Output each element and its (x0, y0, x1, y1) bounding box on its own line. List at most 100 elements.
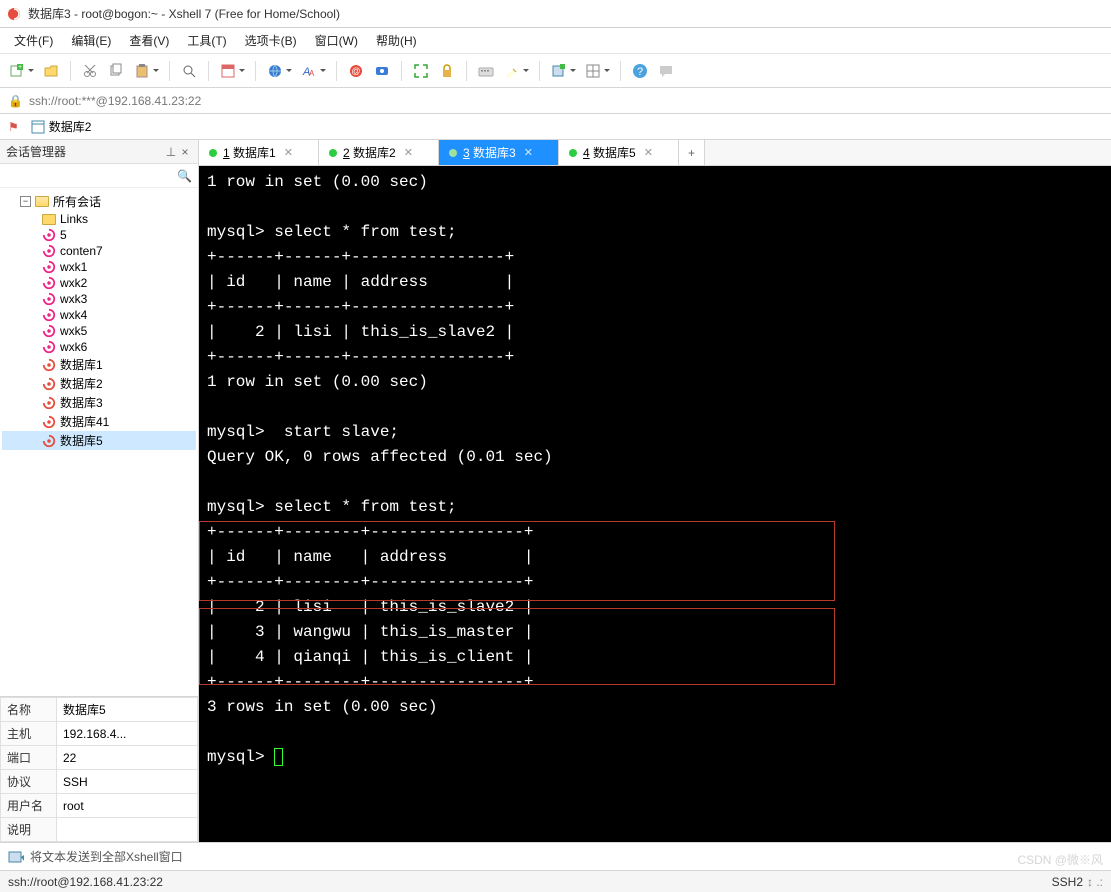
svg-text:@: @ (351, 66, 360, 76)
menu-help[interactable]: 帮助(H) (368, 28, 425, 53)
separator (255, 61, 256, 81)
svg-text:A: A (309, 69, 315, 78)
session-icon (42, 377, 56, 391)
main: 会话管理器 ⊥ × 🔍 −所有会话Links5conten7wxk1wxk2wx… (0, 140, 1111, 842)
session-manager-panel: 会话管理器 ⊥ × 🔍 −所有会话Links5conten7wxk1wxk2wx… (0, 140, 199, 842)
panel-header: 会话管理器 ⊥ × (0, 140, 198, 164)
at-button[interactable]: @ (345, 60, 367, 82)
tree-item-label: Links (60, 212, 88, 226)
tree-item-label: wxk6 (60, 340, 87, 354)
search-button[interactable] (178, 60, 200, 82)
session-icon (42, 358, 56, 372)
panel-pin-button[interactable]: ⊥ (164, 145, 178, 159)
menu-window[interactable]: 窗口(W) (307, 28, 366, 53)
keyboard-button[interactable] (475, 60, 497, 82)
tree-item[interactable]: Links (2, 211, 196, 227)
cursor (274, 748, 283, 766)
folder-icon (42, 214, 56, 225)
tree-root[interactable]: −所有会话 (2, 192, 196, 211)
broadcast-bar[interactable]: 将文本发送到全部Xshell窗口 (0, 842, 1111, 870)
tab-label: 4 数据库5 (583, 144, 636, 161)
bookmark-label: 数据库2 (49, 118, 92, 135)
separator (70, 61, 71, 81)
menu-edit[interactable]: 编辑(E) (63, 28, 119, 53)
new-session-button[interactable]: + (6, 60, 28, 82)
connection-dot-icon (209, 149, 217, 157)
font-button[interactable]: AA (298, 60, 320, 82)
tab-close-button[interactable]: ✕ (644, 146, 653, 159)
tab-close-button[interactable]: ✕ (284, 146, 293, 159)
panel-close-button[interactable]: × (178, 145, 192, 159)
lock-button[interactable] (436, 60, 458, 82)
tab[interactable]: 3 数据库3 ✕ (439, 140, 559, 165)
prop-value: 数据库5 (57, 698, 198, 722)
copy-button[interactable] (105, 60, 127, 82)
session-tree[interactable]: −所有会话Links5conten7wxk1wxk2wxk3wxk4wxk5wx… (0, 188, 198, 696)
connection-dot-icon (449, 149, 457, 157)
address-bar: 🔒 ssh://root:***@192.168.41.23:22 (0, 88, 1111, 114)
highlight-box-2 (199, 608, 835, 685)
tree-item[interactable]: wxk3 (2, 291, 196, 307)
session-icon (42, 308, 56, 322)
tree-item[interactable]: wxk1 (2, 259, 196, 275)
globe-button[interactable] (264, 60, 286, 82)
svg-text:+: + (18, 64, 22, 71)
tree-item[interactable]: 数据库3 (2, 393, 196, 412)
tab[interactable]: 1 数据库1✕ (199, 140, 319, 165)
collapse-icon[interactable]: − (20, 196, 31, 207)
prop-value: 22 (57, 746, 198, 770)
fullscreen-button[interactable] (410, 60, 432, 82)
chat-button[interactable] (655, 60, 677, 82)
session-icon (42, 340, 56, 354)
menu-tab[interactable]: 选项卡(B) (237, 28, 305, 53)
flag-icon[interactable]: ⚑ (8, 120, 19, 134)
highlight-button[interactable] (501, 60, 523, 82)
tab-add-button[interactable]: + (679, 140, 705, 165)
separator (208, 61, 209, 81)
search-icon[interactable]: 🔍 (177, 169, 192, 183)
tree-item[interactable]: 数据库1 (2, 355, 196, 374)
lock-icon: 🔒 (8, 94, 23, 108)
titlebar: 数据库3 - root@bogon:~ - Xshell 7 (Free for… (0, 0, 1111, 28)
tab[interactable]: 4 数据库5 ✕ (559, 140, 679, 165)
tab-label: 2 数据库2 (343, 144, 396, 161)
broadcast-icon (8, 849, 24, 865)
tree-item[interactable]: conten7 (2, 243, 196, 259)
tab-label: 3 数据库3 (463, 144, 516, 161)
bookmark-item[interactable]: 数据库2 (27, 116, 96, 137)
prop-key: 说明 (1, 818, 57, 842)
prop-key: 名称 (1, 698, 57, 722)
tree-item[interactable]: 数据库41 (2, 412, 196, 431)
tree-item[interactable]: wxk6 (2, 339, 196, 355)
paste-button[interactable] (131, 60, 153, 82)
window-title: 数据库3 - root@bogon:~ - Xshell 7 (Free for… (28, 5, 340, 22)
cut-button[interactable] (79, 60, 101, 82)
status-left: ssh://root@192.168.41.23:22 (8, 875, 163, 889)
layout-button[interactable] (582, 60, 604, 82)
session-icon (42, 415, 56, 429)
help-button[interactable]: ? (629, 60, 651, 82)
tab-close-button[interactable]: ✕ (524, 146, 533, 159)
tab[interactable]: 2 数据库2 ✕ (319, 140, 439, 165)
link-button[interactable] (371, 60, 393, 82)
tree-item[interactable]: wxk5 (2, 323, 196, 339)
tree-item[interactable]: wxk2 (2, 275, 196, 291)
tree-item-label: conten7 (60, 244, 103, 258)
tree-item[interactable]: 数据库5 (2, 431, 196, 450)
session-icon (42, 292, 56, 306)
new-window-button[interactable] (548, 60, 570, 82)
open-button[interactable] (40, 60, 62, 82)
tab-close-button[interactable]: ✕ (404, 146, 413, 159)
panel-search-row: 🔍 (0, 164, 198, 188)
tree-item[interactable]: wxk4 (2, 307, 196, 323)
address-text[interactable]: ssh://root:***@192.168.41.23:22 (29, 94, 201, 108)
tree-item[interactable]: 5 (2, 227, 196, 243)
properties-button[interactable] (217, 60, 239, 82)
menu-file[interactable]: 文件(F) (6, 28, 61, 53)
bookmark-bar: ⚑ 数据库2 (0, 114, 1111, 140)
menu-view[interactable]: 查看(V) (121, 28, 177, 53)
prop-value: root (57, 794, 198, 818)
menu-tools[interactable]: 工具(T) (179, 28, 234, 53)
tree-item[interactable]: 数据库2 (2, 374, 196, 393)
terminal[interactable]: 1 row in set (0.00 sec) mysql> select * … (199, 166, 1111, 842)
